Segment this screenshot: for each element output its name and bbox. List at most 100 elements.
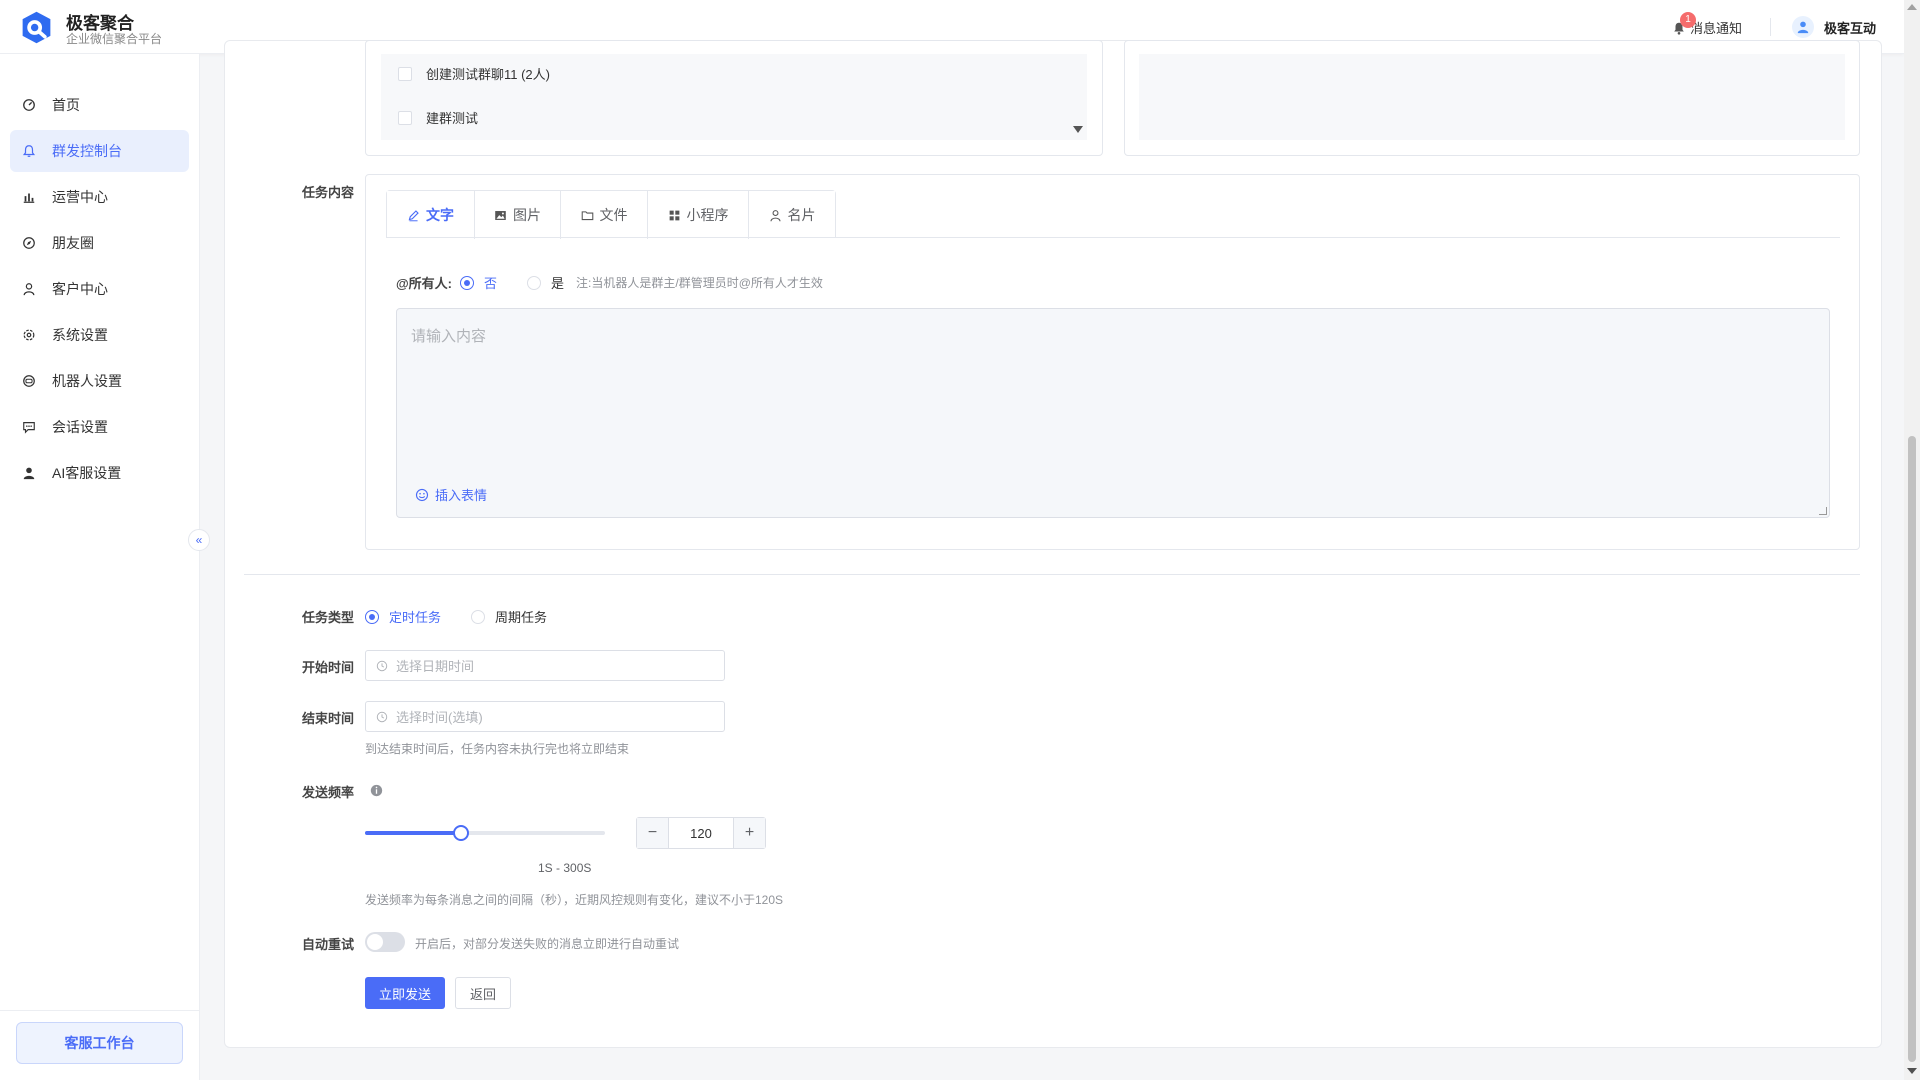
user-icon bbox=[22, 282, 36, 296]
tab-business-card[interactable]: 名片 bbox=[749, 191, 835, 239]
frequency-range-label: 1S - 300S bbox=[538, 861, 592, 875]
mention-no-radio[interactable] bbox=[460, 275, 475, 290]
tab-file[interactable]: 文件 bbox=[561, 191, 648, 239]
list-item[interactable]: 创建测试群聊11 (2人) bbox=[398, 64, 550, 83]
sidebar-item-label: AI客服设置 bbox=[52, 465, 122, 481]
robot-icon bbox=[22, 374, 36, 388]
info-icon[interactable] bbox=[370, 784, 383, 797]
brand-subtitle: 企业微信聚合平台 bbox=[66, 32, 163, 46]
frequency-slider-handle[interactable] bbox=[453, 825, 469, 841]
brand-logo-icon bbox=[22, 11, 51, 44]
clock-icon bbox=[376, 660, 388, 671]
end-time-placeholder: 选择时间(选填) bbox=[396, 710, 483, 725]
list-item[interactable]: 建群测试 bbox=[398, 108, 478, 127]
tab-image[interactable]: 图片 bbox=[475, 191, 561, 239]
content-textarea[interactable]: 请输入内容 插入表情 bbox=[396, 308, 1830, 518]
gear-icon bbox=[22, 328, 36, 342]
task-content-label: 任务内容 bbox=[301, 185, 354, 200]
start-time-input[interactable]: 选择日期时间 bbox=[365, 650, 725, 681]
dashboard-icon bbox=[22, 98, 36, 112]
increase-button[interactable]: + bbox=[733, 818, 765, 848]
chart-icon bbox=[22, 190, 36, 204]
tab-label: 文件 bbox=[599, 207, 628, 223]
page-scrollbar[interactable] bbox=[1904, 0, 1920, 1080]
sidebar-item-robot-settings[interactable]: 机器人设置 bbox=[10, 360, 189, 402]
task-type-periodic-label[interactable]: 周期任务 bbox=[495, 607, 547, 626]
auto-retry-label: 自动重试 bbox=[301, 937, 354, 952]
person-icon bbox=[22, 466, 36, 480]
sidebar-item-label: 会话设置 bbox=[52, 419, 108, 435]
group-checkbox[interactable] bbox=[398, 66, 412, 81]
image-icon bbox=[495, 210, 506, 220]
frequency-slider[interactable] bbox=[365, 831, 605, 835]
start-time-placeholder: 选择日期时间 bbox=[396, 659, 475, 674]
section-divider bbox=[244, 574, 1860, 575]
start-time-label: 开始时间 bbox=[301, 660, 354, 675]
frequency-hint: 发送频率为每条消息之间的间隔（秒），近期风控规则有变化，建议不小于120S bbox=[365, 893, 784, 907]
task-type-scheduled-label[interactable]: 定时任务 bbox=[389, 607, 441, 626]
sidebar-item-broadcast[interactable]: 群发控制台 bbox=[10, 130, 189, 172]
scroll-up-arrow-icon[interactable] bbox=[1907, 4, 1917, 10]
scrollbar-thumb[interactable] bbox=[1908, 436, 1916, 1062]
user-menu[interactable]: 极客互动 bbox=[1792, 16, 1876, 38]
auto-retry-toggle[interactable] bbox=[365, 932, 405, 952]
user-avatar-icon bbox=[1797, 21, 1809, 34]
sidebar-bottom-divider bbox=[0, 1010, 199, 1011]
mention-all-row: @所有人: 否 是 注:当机器人是群主/群管理员时@所有人才生效 bbox=[396, 273, 823, 292]
folder-icon bbox=[581, 210, 593, 220]
collapse-sidebar-icon[interactable]: « bbox=[188, 529, 210, 551]
end-time-input[interactable]: 选择时间(选填) bbox=[365, 701, 725, 732]
task-type-scheduled-radio[interactable] bbox=[365, 609, 379, 624]
back-button[interactable]: 返回 bbox=[455, 977, 511, 1009]
clock-icon bbox=[376, 711, 388, 722]
frequency-stepper: − 120 + bbox=[636, 817, 766, 849]
textarea-placeholder: 请输入内容 bbox=[411, 328, 487, 345]
sidebar-item-session-settings[interactable]: 会话设置 bbox=[10, 406, 189, 448]
compass-icon bbox=[22, 236, 36, 250]
tabs-underline bbox=[386, 237, 1840, 238]
task-type-options: 定时任务 周期任务 bbox=[365, 607, 547, 626]
decrease-button[interactable]: − bbox=[637, 818, 669, 848]
scroll-down-icon[interactable] bbox=[1073, 126, 1083, 134]
insert-emoji-button[interactable]: 插入表情 bbox=[415, 485, 487, 504]
tab-text[interactable]: 文字 bbox=[387, 191, 475, 239]
tab-label: 文字 bbox=[426, 207, 454, 223]
bell-icon bbox=[22, 144, 36, 158]
send-now-button[interactable]: 立即发送 bbox=[365, 977, 445, 1009]
scroll-down-arrow-icon[interactable] bbox=[1907, 1068, 1917, 1074]
end-time-hint: 到达结束时间后，任务内容未执行完也将立即结束 bbox=[365, 742, 630, 756]
sidebar-item-label: 群发控制台 bbox=[52, 143, 122, 159]
frequency-value[interactable]: 120 bbox=[669, 818, 733, 848]
mention-yes-label[interactable]: 是 bbox=[551, 273, 564, 292]
resize-handle-icon[interactable] bbox=[1819, 507, 1827, 515]
mention-all-label: @所有人: bbox=[396, 276, 453, 291]
sidebar-item-ai-service-settings[interactable]: AI客服设置 bbox=[10, 452, 189, 494]
card-icon bbox=[770, 209, 780, 221]
frequency-slider-fill bbox=[365, 831, 461, 835]
notification-button[interactable]: 1 消息通知 bbox=[1672, 12, 1743, 37]
sidebar-item-moments[interactable]: 朋友圈 bbox=[10, 222, 189, 264]
sidebar: 首页 群发控制台 运营中心 朋友圈 客户中心 系统设置 机器人设置 会话设置 A… bbox=[0, 54, 200, 1080]
sidebar-item-operations[interactable]: 运营中心 bbox=[10, 176, 189, 218]
notification-badge: 1 bbox=[1680, 12, 1696, 28]
workbench-button[interactable]: 客服工作台 bbox=[16, 1022, 183, 1064]
auto-retry-hint: 开启后，对部分发送失败的消息立即进行自动重试 bbox=[415, 937, 680, 951]
mention-yes-radio[interactable] bbox=[527, 275, 542, 290]
sidebar-item-system-settings[interactable]: 系统设置 bbox=[10, 314, 189, 356]
sidebar-item-customers[interactable]: 客户中心 bbox=[10, 268, 189, 310]
header-divider bbox=[1770, 18, 1771, 36]
sidebar-item-home[interactable]: 首页 bbox=[10, 84, 189, 126]
task-type-label: 任务类型 bbox=[301, 610, 354, 625]
tab-label: 名片 bbox=[787, 207, 816, 223]
user-name: 极客互动 bbox=[1824, 20, 1877, 36]
mention-no-label[interactable]: 否 bbox=[484, 273, 497, 292]
mention-note: 注:当机器人是群主/群管理员时@所有人才生效 bbox=[576, 276, 823, 290]
tab-mini-program[interactable]: 小程序 bbox=[648, 191, 749, 239]
task-type-periodic-radio[interactable] bbox=[471, 609, 486, 624]
sidebar-item-label: 客户中心 bbox=[52, 281, 108, 297]
notification-label: 消息通知 bbox=[1690, 21, 1743, 36]
sidebar-item-label: 运营中心 bbox=[52, 189, 108, 205]
sidebar-item-label: 朋友圈 bbox=[52, 235, 94, 251]
sidebar-item-label: 首页 bbox=[52, 97, 80, 113]
group-checkbox[interactable] bbox=[398, 110, 412, 125]
